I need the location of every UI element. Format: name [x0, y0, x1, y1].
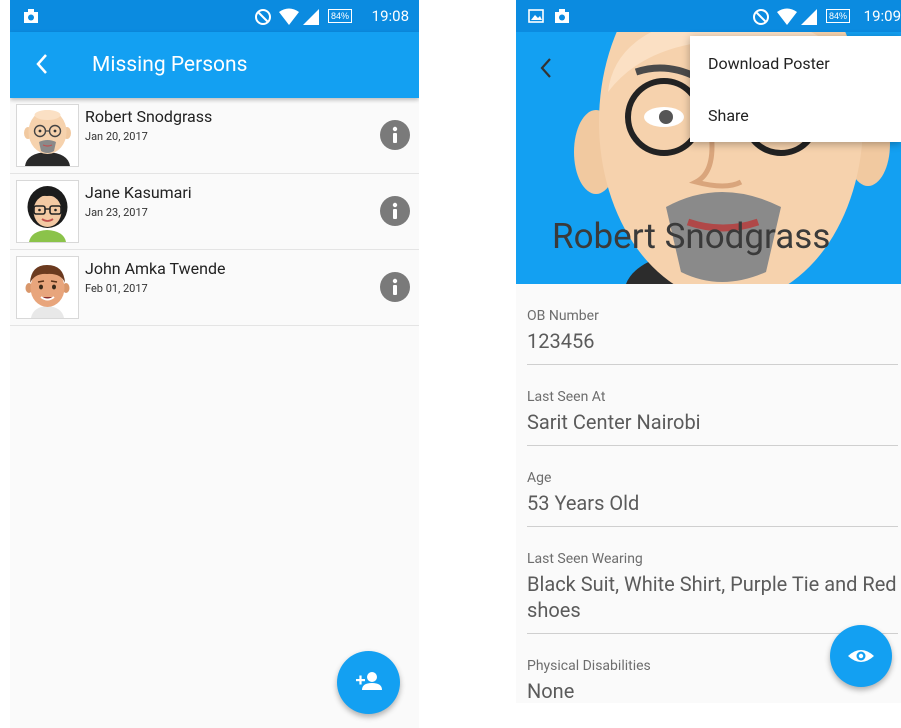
field-last-seen-at: Last Seen At Sarit Center Nairobi [527, 365, 898, 446]
cell-signal-icon [303, 9, 319, 25]
field-age: Age 53 Years Old [527, 446, 898, 527]
list-item[interactable]: John Amka Twende Feb 01, 2017 [10, 250, 419, 326]
person-name-heading: Robert Snodgrass [552, 216, 831, 257]
info-button[interactable] [380, 196, 410, 226]
status-bar: 84% 19:08 [10, 0, 419, 32]
field-value: Sarit Center Nairobi [527, 410, 701, 434]
list-item[interactable]: Robert Snodgrass Jan 20, 2017 [10, 98, 419, 174]
field-value: 53 Years Old [527, 491, 640, 515]
eye-icon [848, 650, 874, 662]
wifi-icon [777, 8, 797, 25]
image-notification-icon [528, 9, 544, 23]
persons-list: Robert Snodgrass Jan 20, 2017 Jane Kasum… [10, 98, 419, 326]
status-bar: 84% 19:09 [516, 0, 901, 32]
field-label: OB Number [527, 308, 599, 324]
status-time: 19:08 [371, 7, 409, 25]
overflow-menu: Download Poster Share [690, 36, 901, 142]
wifi-icon [279, 8, 299, 25]
app-bar: Missing Persons [10, 32, 419, 98]
add-person-icon [356, 672, 382, 690]
person-date: Feb 01, 2017 [85, 282, 148, 295]
cell-signal-icon [801, 9, 817, 25]
woman-glasses-avatar-icon [17, 181, 78, 242]
back-arrow-icon[interactable] [34, 52, 50, 76]
field-label: Last Seen At [527, 389, 606, 405]
info-button[interactable] [380, 272, 410, 302]
field-last-seen-wearing: Last Seen Wearing Black Suit, White Shir… [527, 527, 898, 634]
do-not-disturb-icon [753, 9, 769, 25]
person-name: Jane Kasumari [85, 183, 192, 202]
list-item[interactable]: Jane Kasumari Jan 23, 2017 [10, 174, 419, 250]
missing-persons-list-screen: 84% 19:08 Missing Persons Robert Snodgra… [10, 0, 419, 728]
status-time: 19:09 [863, 7, 901, 25]
person-detail-screen: 84% 19:09 Robert Snodgrass Download Post… [516, 0, 901, 703]
person-avatar [16, 256, 79, 319]
young-man-avatar-icon [17, 257, 78, 318]
bald-glasses-goatee-avatar-icon [17, 105, 78, 166]
field-value: 123456 [527, 329, 595, 353]
person-date: Jan 23, 2017 [85, 206, 148, 219]
info-icon [392, 202, 398, 219]
field-value: Black Suit, White Shirt, Purple Tie and … [527, 572, 897, 622]
battery-indicator: 84% [328, 9, 353, 23]
field-label: Last Seen Wearing [527, 551, 643, 567]
info-button[interactable] [380, 120, 410, 150]
info-icon [392, 278, 398, 295]
menu-item-download-poster[interactable]: Download Poster [708, 54, 830, 73]
person-avatar [16, 180, 79, 243]
battery-indicator: 84% [826, 9, 851, 23]
photo-notification-icon [555, 9, 569, 23]
person-avatar [16, 104, 79, 167]
add-person-button[interactable] [337, 651, 400, 714]
do-not-disturb-icon [255, 9, 271, 25]
view-poster-button[interactable] [830, 625, 892, 687]
person-name: Robert Snodgrass [85, 107, 213, 126]
photo-notification-icon [24, 9, 38, 23]
field-label: Age [527, 470, 552, 486]
field-ob-number: OB Number 123456 [527, 284, 898, 365]
page-title: Missing Persons [92, 53, 248, 77]
info-icon [392, 126, 398, 143]
menu-item-share[interactable]: Share [708, 106, 749, 125]
person-name: John Amka Twende [85, 259, 226, 278]
back-arrow-icon[interactable] [538, 56, 554, 80]
person-date: Jan 20, 2017 [85, 130, 148, 143]
